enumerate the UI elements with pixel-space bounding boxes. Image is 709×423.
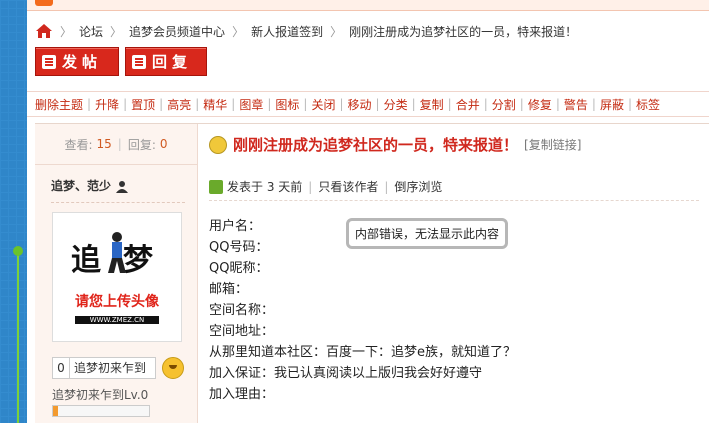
toolbar-divider: | — [555, 97, 560, 111]
breadcrumb-forum[interactable]: 论坛 — [79, 23, 103, 40]
moderation-action[interactable]: 图章 — [239, 96, 263, 113]
moderation-action[interactable]: 修复 — [528, 96, 552, 113]
author-name-row: 追梦、范少 — [51, 177, 129, 194]
views-label: 查看: — [64, 137, 93, 152]
toolbar-divider: | — [123, 97, 128, 111]
pencil-icon — [42, 54, 56, 69]
only-author-link[interactable]: 只看该作者 — [318, 178, 378, 195]
left-decoration-strip — [0, 0, 27, 423]
home-icon[interactable] — [35, 23, 53, 39]
moderation-action[interactable]: 移动 — [348, 96, 372, 113]
moderation-action[interactable]: 合并 — [456, 96, 480, 113]
progress-line-decoration — [13, 246, 23, 423]
toolbar-divider: | — [339, 97, 344, 111]
breadcrumb-thread[interactable]: 刚刚注册成为追梦社区的一员，特来报道！ — [349, 23, 577, 40]
moderation-action[interactable]: 高亮 — [167, 96, 191, 113]
breadcrumb-separator: 〉 — [232, 24, 245, 39]
reply-label: 回复 — [152, 53, 193, 71]
replies-count: 0 — [159, 137, 168, 151]
post-field-line: 邮箱： — [209, 282, 249, 297]
reply-button[interactable]: 回复 — [125, 47, 207, 76]
post-field-line: 空间名称： — [209, 303, 275, 318]
toolbar-divider: | — [411, 97, 416, 111]
moderation-action[interactable]: 分割 — [492, 96, 516, 113]
rank-title: 追梦初来乍到 — [70, 357, 156, 379]
thread-title-row: 刚刚注册成为追梦社区的一员，特来报道！ [复制链接] — [209, 134, 581, 155]
toolbar-divider: | — [231, 97, 236, 111]
moderation-action[interactable]: 删除主题 — [35, 96, 83, 113]
avatar-figure-icon — [108, 232, 126, 273]
rank-row: 0 追梦初来乍到 — [52, 357, 184, 379]
error-popup: 内部错误，无法显示此内容 — [346, 218, 509, 249]
breadcrumb-board[interactable]: 新人报道签到 — [251, 23, 323, 40]
views-count: 15 — [96, 137, 112, 151]
toolbar-divider: | — [303, 97, 308, 111]
toolbar-divider: | — [447, 97, 452, 111]
post-time: 发表于 3 天前 — [227, 180, 303, 194]
moderation-action[interactable]: 图标 — [275, 96, 299, 113]
moderation-action[interactable]: 屏蔽 — [600, 96, 624, 113]
post-field-line: 从那里知道本社区：百度一下：追梦e族，就知道了？ — [209, 345, 516, 360]
top-bar — [27, 0, 709, 11]
breadcrumb-separator: 〉 — [60, 24, 73, 39]
toolbar-divider: | — [591, 97, 596, 111]
new-post-label: 发帖 — [62, 53, 103, 71]
main-area: 〉 论坛 〉 追梦会员频道中心 〉 新人报道签到 〉 刚刚注册成为追梦社区的一员… — [27, 0, 709, 423]
rank-number: 0 — [52, 357, 70, 379]
toolbar-divider: | — [195, 97, 200, 111]
moderation-action[interactable]: 标签 — [636, 96, 660, 113]
smiley-icon — [209, 135, 227, 154]
post-field-line: 空间地址： — [209, 324, 275, 339]
reply-icon — [132, 54, 146, 69]
post-field-line: QQ昵称： — [209, 261, 269, 276]
avatar-upload-text: 请您上传头像 — [75, 294, 159, 310]
moderation-action[interactable]: 复制 — [420, 96, 444, 113]
post-field-line: 加入理由： — [209, 387, 275, 402]
moderation-action[interactable]: 升降 — [95, 96, 119, 113]
toolbar-divider: | — [483, 97, 488, 111]
breadcrumb-separator: 〉 — [330, 24, 343, 39]
breadcrumb-channel[interactable]: 追梦会员频道中心 — [129, 23, 225, 40]
moderation-action[interactable]: 精华 — [203, 96, 227, 113]
moderation-toolbar: 删除主题 | 升降 | 置顶 | 高亮 | 精华 | 图章 | 图标 | 关闭 | 移动 | 分类 | 复制 | 合并 | 分割… — [27, 91, 709, 117]
breadcrumb-separator: 〉 — [110, 24, 123, 39]
avatar[interactable]: 追梦 请您上传头像 WWW.ZMEZ.CN — [52, 212, 182, 342]
thread-stats: 查看: 15 | 回复: 0 — [35, 124, 197, 165]
toolbar-divider: | — [267, 97, 272, 111]
post-container: 查看: 15 | 回复: 0 追梦、范少 追梦 请您上传头像 WWW.ZMEZ.… — [35, 123, 709, 423]
moderation-action[interactable]: 关闭 — [311, 96, 335, 113]
toolbar-divider: | — [375, 97, 380, 111]
post-meta: 发表于 3 天前 | 只看该作者 | 倒序浏览 — [209, 178, 442, 195]
moderation-action[interactable]: 置顶 — [131, 96, 155, 113]
level-progress-bar — [52, 405, 150, 417]
level-progress-fill — [53, 406, 58, 416]
online-status-icon — [209, 179, 223, 194]
replies-label: 回复: — [127, 137, 156, 152]
new-post-button[interactable]: 发帖 — [35, 47, 119, 76]
breadcrumb: 〉 论坛 〉 追梦会员频道中心 〉 新人报道签到 〉 刚刚注册成为追梦社区的一员… — [35, 22, 577, 40]
avatar-url: WWW.ZMEZ.CN — [75, 316, 159, 324]
smiley-icon — [162, 357, 184, 379]
reverse-order-link[interactable]: 倒序浏览 — [394, 178, 442, 195]
author-name[interactable]: 追梦、范少 — [51, 177, 111, 194]
post-content: 刚刚注册成为追梦社区的一员，特来报道！ [复制链接] 发表于 3 天前 | 只看… — [205, 124, 709, 423]
moderation-action[interactable]: 警告 — [564, 96, 588, 113]
toolbar-divider: | — [87, 97, 92, 111]
user-badge-icon — [116, 180, 129, 193]
toolbar-divider: | — [159, 97, 164, 111]
post-field-line: 加入保证：我已认真阅读以上版归我会好好遵守 — [209, 366, 483, 381]
toolbar-divider: | — [627, 97, 632, 111]
author-sidebar: 查看: 15 | 回复: 0 追梦、范少 追梦 请您上传头像 WWW.ZMEZ.… — [35, 124, 198, 423]
moderation-action[interactable]: 分类 — [384, 96, 408, 113]
post-buttons: 发帖 回复 — [35, 47, 207, 76]
toolbar-divider: | — [519, 97, 524, 111]
copy-link[interactable]: [复制链接] — [524, 136, 581, 153]
level-text: 追梦初来乍到Lv.0 — [52, 388, 149, 402]
thread-title: 刚刚注册成为追梦社区的一员，特来报道！ — [233, 136, 519, 154]
